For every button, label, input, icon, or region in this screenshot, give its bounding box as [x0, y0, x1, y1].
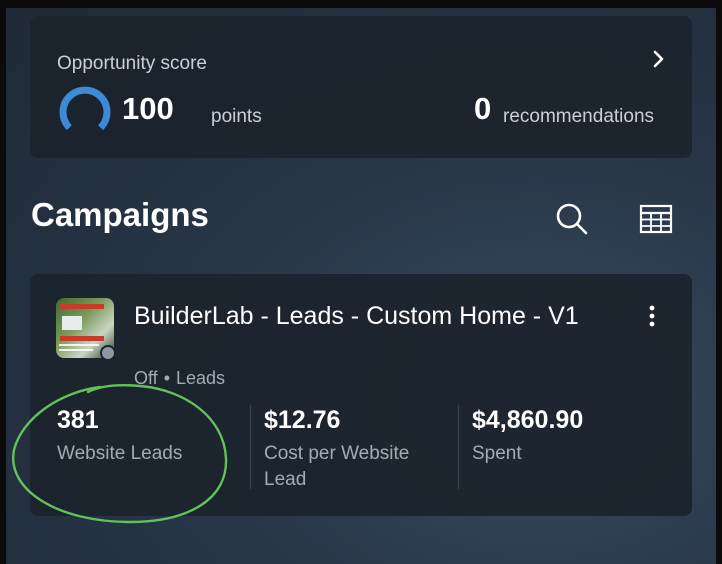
opportunity-score-title: Opportunity score: [57, 53, 207, 74]
more-vertical-icon[interactable]: [642, 304, 662, 328]
table-view-button[interactable]: [636, 199, 676, 239]
metric-value: $12.76: [264, 406, 341, 434]
opportunity-score-value: 100: [122, 91, 174, 126]
campaign-objective: Leads: [176, 368, 226, 388]
campaign-status-line: Off • Leads: [134, 368, 226, 388]
metric-website-leads: 381 Website Leads: [57, 406, 247, 467]
metric-label: Website Leads: [57, 443, 183, 464]
metric-label: Spent: [472, 443, 522, 464]
campaign-status: Off: [134, 368, 158, 388]
metric-divider: [250, 405, 251, 489]
search-icon: [556, 203, 588, 235]
opportunity-score-gauge: [59, 86, 111, 131]
campaigns-heading: Campaigns: [31, 196, 209, 233]
opportunity-score-unit: points: [211, 106, 262, 127]
recommendations-label: recommendations: [503, 106, 655, 127]
metric-label: Cost per Website Lead: [264, 443, 410, 490]
campaign-name[interactable]: BuilderLab - Leads - Custom Home - V1: [134, 300, 584, 332]
table-icon: [639, 204, 673, 234]
metric-value: $4,860.90: [472, 406, 584, 434]
search-button[interactable]: [552, 199, 592, 239]
recommendations-count: 0: [474, 91, 492, 126]
metric-value: 381: [57, 406, 99, 434]
campaign-status-dot: [100, 345, 116, 361]
chevron-right-icon[interactable]: [646, 46, 672, 72]
app-screen: Opportunity score 100 points 0 recommend…: [6, 8, 716, 564]
metric-divider: [458, 405, 459, 489]
metric-spent: $4,860.90 Spent: [472, 406, 662, 467]
opportunity-score-card[interactable]: Opportunity score 100 points 0 recommend…: [30, 16, 692, 158]
campaign-card[interactable]: BuilderLab - Leads - Custom Home - V1 Of…: [30, 274, 692, 516]
metric-cost-per-lead: $12.76 Cost per Website Lead: [264, 406, 454, 493]
